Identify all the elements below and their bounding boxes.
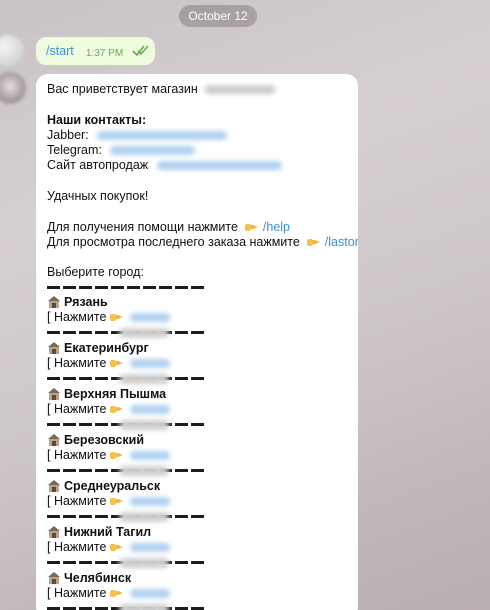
good-luck-text: Удачных покупок! [47,189,149,203]
redacted-city-command-link[interactable] [130,589,171,599]
redacted-jabber-link[interactable] [97,131,228,141]
house-icon [48,296,60,308]
divider-line [47,463,207,478]
help-command-link[interactable]: /help [263,220,290,234]
city-name: Нижний Тагил [64,525,152,539]
redacted-site-link[interactable] [156,161,282,171]
redacted-city-command-link[interactable] [130,405,171,415]
message-time: 1:37 PM [86,48,124,59]
divider-line [47,601,207,610]
pointing-hand-icon [110,406,124,413]
help-line: Для получения помощи нажмите /help [47,220,290,235]
press-label: [ Нажмите [47,402,107,416]
redacted-shop-name [205,85,276,95]
lastorder-text: Для просмотра последнего заказа нажмите [47,235,300,249]
divider-line [47,371,207,386]
divider-line [47,555,207,570]
jabber-line: Jabber: [47,128,228,143]
city-item: Рязань [47,295,108,310]
jabber-label: Jabber: [47,128,89,142]
house-icon [48,572,60,584]
divider-line [47,417,207,432]
city-name: Челябинск [64,571,132,585]
city-item: Среднеуральск [47,479,160,494]
house-icon [48,342,60,354]
user-avatar[interactable] [0,35,24,67]
divider-line [47,325,207,340]
message-text[interactable]: /start [46,44,74,58]
date-separator: October 12 [179,5,257,27]
press-label: [ Нажмите [47,494,107,508]
divider-line [47,509,207,524]
city-press-line: [ Нажмите [47,494,171,509]
choose-city-text: Выберите город: [47,265,144,279]
city-press-line: [ Нажмите [47,402,171,417]
press-label: [ Нажмите [47,586,107,600]
divider-line [47,280,207,295]
incoming-message: Вас приветствует магазин Наши контакты: … [36,74,358,610]
pointing-hand-icon [110,590,124,597]
contacts-title: Наши контакты: [47,113,147,127]
city-item: Верхняя Пышма [47,387,166,402]
press-label: [ Нажмите [47,310,107,324]
city-item: Челябинск [47,571,131,586]
city-press-line: [ Нажмите [47,310,171,325]
pointing-hand-icon [110,314,124,321]
lastorder-line: Для просмотра последнего заказа нажмите … [47,235,358,250]
city-press-line: [ Нажмите [47,356,171,371]
city-item: Нижний Тагил [47,525,151,540]
redacted-city-command-link[interactable] [130,359,171,369]
city-name: Верхняя Пышма [64,387,167,401]
house-icon [48,480,60,492]
city-press-line: [ Нажмите [47,586,171,601]
house-icon [48,434,60,446]
pointing-hand-icon [110,360,124,367]
site-label: Сайт автопродаж [47,158,149,172]
outgoing-message[interactable]: /start 1:37 PM [36,37,155,65]
welcome-line: Вас приветствует магазин [47,82,276,97]
press-label: [ Нажмите [47,540,107,554]
house-icon [48,526,60,538]
press-label: [ Нажмите [47,448,107,462]
redacted-city-command-link[interactable] [130,313,171,323]
city-name: Екатеринбург [64,341,149,355]
pointing-hand-icon [110,498,124,505]
site-line: Сайт автопродаж [47,158,282,173]
welcome-text: Вас приветствует магазин [47,82,198,96]
city-name: Рязань [64,295,108,309]
pointing-hand-icon [307,239,321,246]
city-press-line: [ Нажмите [47,448,171,463]
pointing-hand-icon [110,452,124,459]
city-name: Среднеуральск [64,479,161,493]
city-item: Березовский [47,433,144,448]
pointing-hand-icon [110,544,124,551]
telegram-line: Telegram: [47,143,196,158]
bot-avatar[interactable] [0,72,26,104]
double-check-icon [132,45,149,57]
telegram-label: Telegram: [47,143,102,157]
city-press-line: [ Нажмите [47,540,171,555]
redacted-city-command-link[interactable] [130,543,171,553]
pointing-hand-icon [245,224,259,231]
redacted-telegram-link[interactable] [110,146,196,156]
press-label: [ Нажмите [47,356,107,370]
redacted-city-command-link[interactable] [130,497,171,507]
redacted-city-command-link[interactable] [130,451,171,461]
city-item: Екатеринбург [47,341,149,356]
city-name: Березовский [64,433,145,447]
help-text: Для получения помощи нажмите [47,220,238,234]
lastorder-command-link[interactable]: /lastorder [325,235,358,249]
house-icon [48,388,60,400]
